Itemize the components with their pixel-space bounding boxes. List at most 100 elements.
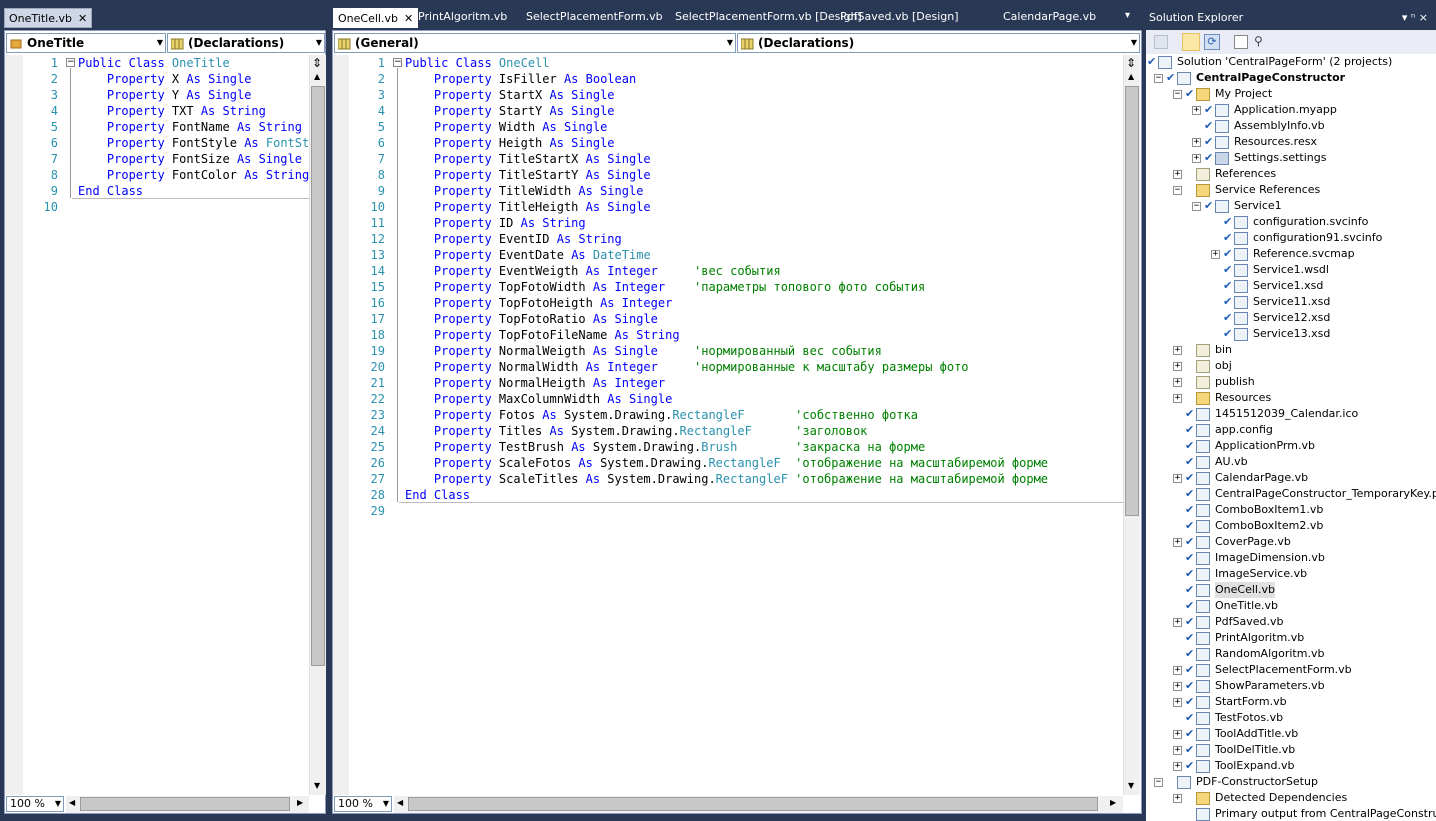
zoom-select[interactable]: 100 % ▼	[6, 796, 64, 812]
tree-node[interactable]: Application.myapp	[1234, 102, 1337, 118]
code-line[interactable]: Property TitleWidth As Single	[405, 183, 1123, 199]
expand-icon[interactable]: +	[1173, 682, 1182, 691]
tree-node[interactable]: ApplicationPrm.vb	[1215, 438, 1315, 454]
scroll-left-icon[interactable]: ◀	[69, 798, 75, 807]
code-line[interactable]: Property NormalHeigth As Integer	[405, 375, 1123, 391]
code-line[interactable]: Property TestBrush As System.Drawing.Bru…	[405, 439, 1123, 455]
tree-node[interactable]: CoverPage.vb	[1215, 534, 1291, 550]
code-line[interactable]	[78, 199, 310, 215]
scroll-thumb[interactable]	[311, 86, 325, 666]
class-diagram-icon[interactable]: ⚲	[1254, 35, 1268, 49]
code-line[interactable]: Property TXT As String	[78, 103, 310, 119]
code-line[interactable]: Public Class OneCell	[405, 55, 1123, 71]
tree-node[interactable]: Service13.xsd	[1253, 326, 1330, 342]
scroll-down-icon[interactable]: ▼	[1128, 781, 1134, 790]
code-line[interactable]: Property TopFotoWidth As Integer 'параме…	[405, 279, 1123, 295]
scroll-up-icon[interactable]: ▲	[1128, 72, 1134, 81]
zoom-select[interactable]: 100 % ▼	[334, 796, 392, 812]
code-line[interactable]: Property X As Single	[78, 71, 310, 87]
tree-node[interactable]: Service11.xsd	[1253, 294, 1330, 310]
tree-node[interactable]: AU.vb	[1215, 454, 1248, 470]
tree-node[interactable]: Service1.wsdl	[1253, 262, 1329, 278]
collapse-marker-icon[interactable]: −	[66, 58, 75, 67]
code-line[interactable]: Property EventID As String	[405, 231, 1123, 247]
expand-icon[interactable]: +	[1192, 154, 1201, 163]
tree-node[interactable]: ComboBoxItem2.vb	[1215, 518, 1323, 534]
code-text[interactable]: Public Class OneTitle Property X As Sing…	[78, 55, 310, 795]
code-line[interactable]: End Class	[78, 183, 310, 199]
code-line[interactable]: Property EventDate As DateTime	[405, 247, 1123, 263]
tree-node[interactable]: CalendarPage.vb	[1215, 470, 1308, 486]
tree-node[interactable]: publish	[1215, 374, 1255, 390]
tab-2[interactable]: SelectPlacementForm.vb	[522, 7, 667, 27]
code-line[interactable]: Public Class OneTitle	[78, 55, 310, 71]
tree-node[interactable]: TestFotos.vb	[1215, 710, 1283, 726]
code-line[interactable]: Property TitleStartX As Single	[405, 151, 1123, 167]
tab-onetitle[interactable]: OneTitle.vb ✕	[4, 8, 93, 28]
tree-node[interactable]: ShowParameters.vb	[1215, 678, 1325, 694]
code-line[interactable]: Property StartX As Single	[405, 87, 1123, 103]
vertical-scrollbar[interactable]: ⇕ ▲ ▼	[1123, 55, 1140, 795]
tree-node[interactable]: PdfSaved.vb	[1215, 614, 1283, 630]
collapse-icon[interactable]: −	[1173, 90, 1182, 99]
code-line[interactable]: Property Fotos As System.Drawing.Rectang…	[405, 407, 1123, 423]
tree-node[interactable]: Resources	[1215, 390, 1271, 406]
tree-node[interactable]: Reference.svcmap	[1253, 246, 1355, 262]
code-line[interactable]: Property Width As Single	[405, 119, 1123, 135]
expand-icon[interactable]: +	[1173, 170, 1182, 179]
tree-node[interactable]: ComboBoxItem1.vb	[1215, 502, 1323, 518]
expand-icon[interactable]: +	[1173, 746, 1182, 755]
tree-node[interactable]: Settings.settings	[1234, 150, 1326, 166]
code-line[interactable]: Property FontName As String	[78, 119, 310, 135]
code-line[interactable]: Property TitleStartY As Single	[405, 167, 1123, 183]
tree-node[interactable]: configuration91.svcinfo	[1253, 230, 1382, 246]
horizontal-scrollbar[interactable]: ◀ ▶	[394, 796, 1123, 813]
general-combo[interactable]: (General) ▼	[334, 33, 736, 53]
code-line[interactable]: Property EventWeigth As Integer 'вес соб…	[405, 263, 1123, 279]
code-line[interactable]: Property TopFotoFileName As String	[405, 327, 1123, 343]
scroll-up-icon[interactable]: ▲	[314, 72, 320, 81]
expand-icon[interactable]: +	[1192, 106, 1201, 115]
expand-icon[interactable]: +	[1173, 730, 1182, 739]
collapse-icon[interactable]: −	[1192, 202, 1201, 211]
scroll-left-icon[interactable]: ◀	[397, 798, 403, 807]
tree-node[interactable]: CentralPageConstructor_TemporaryKey.pfx	[1215, 486, 1436, 502]
tree-node[interactable]: 1451512039_Calendar.ico	[1215, 406, 1358, 422]
expand-icon[interactable]: +	[1173, 474, 1182, 483]
expand-icon[interactable]: +	[1173, 698, 1182, 707]
tab-overflow-icon[interactable]: ▾	[1125, 10, 1130, 21]
expand-icon[interactable]: +	[1211, 250, 1220, 259]
tree-node[interactable]: CentralPageConstructor	[1196, 70, 1345, 86]
tree-node[interactable]: PrintAlgoritm.vb	[1215, 630, 1304, 646]
tree-node[interactable]: PDF-ConstructorSetup	[1196, 774, 1318, 790]
code-line[interactable]: End Class	[405, 487, 1123, 503]
code-line[interactable]: Property Titles As System.Drawing.Rectan…	[405, 423, 1123, 439]
collapse-icon[interactable]: −	[1154, 778, 1163, 787]
code-line[interactable]: Property TopFotoHeigth As Integer	[405, 295, 1123, 311]
expand-icon[interactable]: +	[1173, 538, 1182, 547]
declarations-combo[interactable]: (Declarations) ▼	[737, 33, 1140, 53]
tree-node[interactable]: Service References	[1215, 182, 1320, 198]
code-text[interactable]: Public Class OneCell Property IsFiller A…	[405, 55, 1123, 795]
scroll-down-icon[interactable]: ▼	[314, 781, 320, 790]
code-line[interactable]: Property MaxColumnWidth As Single	[405, 391, 1123, 407]
tree-node[interactable]: configuration.svcinfo	[1253, 214, 1368, 230]
expand-icon[interactable]: +	[1173, 666, 1182, 675]
tree-node[interactable]: StartForm.vb	[1215, 694, 1287, 710]
refresh-icon[interactable]: ⟳	[1204, 34, 1220, 50]
code-line[interactable]: Property StartY As Single	[405, 103, 1123, 119]
vertical-scrollbar[interactable]: ⇕ ▲ ▼	[309, 55, 326, 795]
tree-node[interactable]: Service12.xsd	[1253, 310, 1330, 326]
h-scroll-thumb[interactable]	[408, 797, 1098, 811]
scroll-thumb[interactable]	[1125, 86, 1139, 516]
collapse-marker-icon[interactable]: −	[393, 58, 402, 67]
collapse-icon[interactable]: −	[1154, 74, 1163, 83]
tree-node[interactable]: Service1	[1234, 198, 1282, 214]
code-line[interactable]: Property TopFotoRatio As Single	[405, 311, 1123, 327]
code-line[interactable]: Property IsFiller As Boolean	[405, 71, 1123, 87]
tree-node[interactable]: AssemblyInfo.vb	[1234, 118, 1325, 134]
tree-node[interactable]: bin	[1215, 342, 1232, 358]
expand-icon[interactable]: +	[1173, 794, 1182, 803]
code-line[interactable]: Property Heigth As Single	[405, 135, 1123, 151]
code-line[interactable]: Property TitleHeigth As Single	[405, 199, 1123, 215]
